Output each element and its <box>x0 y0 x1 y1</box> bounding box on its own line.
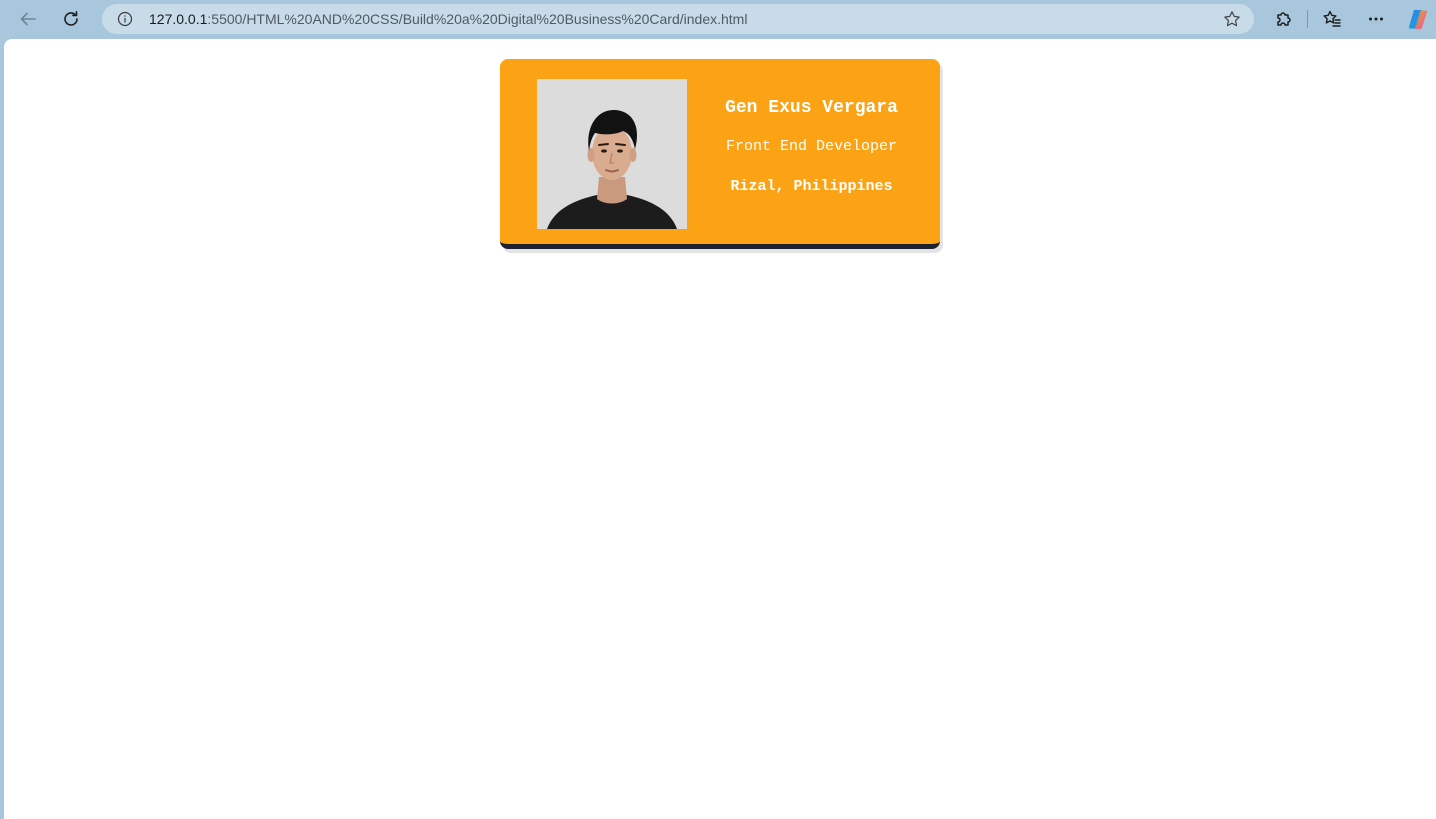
toolbar-divider <box>1307 10 1308 28</box>
extensions-button[interactable] <box>1269 5 1297 33</box>
settings-more-button[interactable] <box>1362 5 1390 33</box>
person-portrait-image <box>537 79 687 229</box>
puzzle-icon <box>1277 12 1291 26</box>
favorites-button[interactable] <box>1318 5 1346 33</box>
url-text[interactable]: 127.0.0.1:5500/HTML%20AND%20CSS/Build%20… <box>149 11 747 27</box>
arrow-left-icon <box>20 12 36 26</box>
browser-toolbar: 127.0.0.1:5500/HTML%20AND%20CSS/Build%20… <box>0 0 1436 38</box>
url-path: :5500/HTML%20AND%20CSS/Build%20a%20Digit… <box>207 11 748 27</box>
url-host: 127.0.0.1 <box>149 11 208 27</box>
card-info: Gen Exus Vergara Front End Developer Riz… <box>707 59 916 244</box>
star-icon[interactable] <box>1223 10 1241 28</box>
profile-photo <box>537 79 687 229</box>
more-icon <box>1369 17 1383 21</box>
address-bar[interactable]: 127.0.0.1:5500/HTML%20AND%20CSS/Build%20… <box>102 4 1254 34</box>
page-viewport: Gen Exus Vergara Front End Developer Riz… <box>4 39 1436 819</box>
copilot-button[interactable] <box>1404 5 1432 33</box>
card-role: Front End Developer <box>725 138 898 155</box>
back-button[interactable] <box>14 5 42 33</box>
info-icon[interactable] <box>117 11 133 27</box>
reload-button[interactable] <box>57 5 85 33</box>
favorites-icon <box>1323 10 1341 27</box>
card-location: Rizal, Philippines <box>730 178 893 195</box>
card-name: Gen Exus Vergara <box>725 98 898 118</box>
reload-icon <box>64 11 78 26</box>
business-card: Gen Exus Vergara Front End Developer Riz… <box>500 59 940 249</box>
copilot-icon <box>1408 10 1428 30</box>
